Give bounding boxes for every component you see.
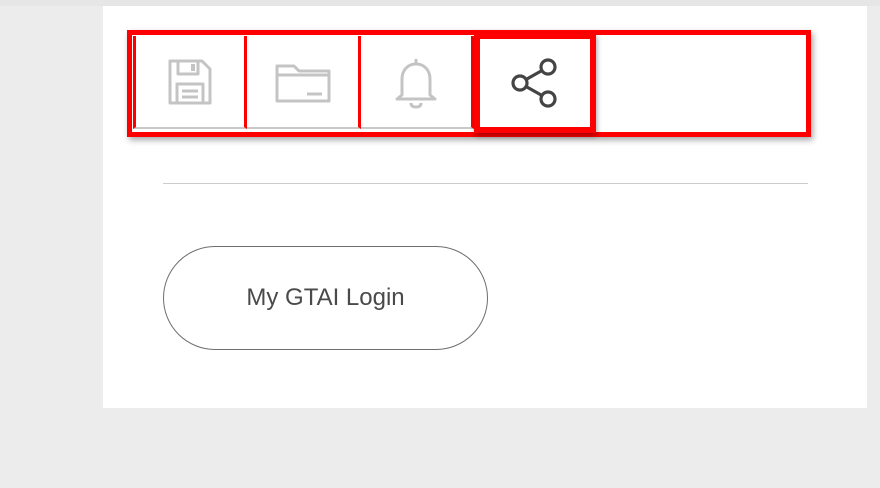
- share-icon: [510, 57, 560, 109]
- divider: [163, 183, 808, 184]
- gtai-login-button[interactable]: My GTAI Login: [163, 246, 488, 350]
- bell-icon: [393, 55, 439, 109]
- alert-button[interactable]: [361, 36, 474, 129]
- folder-button[interactable]: [247, 36, 361, 129]
- save-icon: [167, 58, 213, 106]
- share-button[interactable]: [474, 33, 596, 133]
- folder-icon: [274, 60, 332, 104]
- save-button[interactable]: [133, 36, 247, 129]
